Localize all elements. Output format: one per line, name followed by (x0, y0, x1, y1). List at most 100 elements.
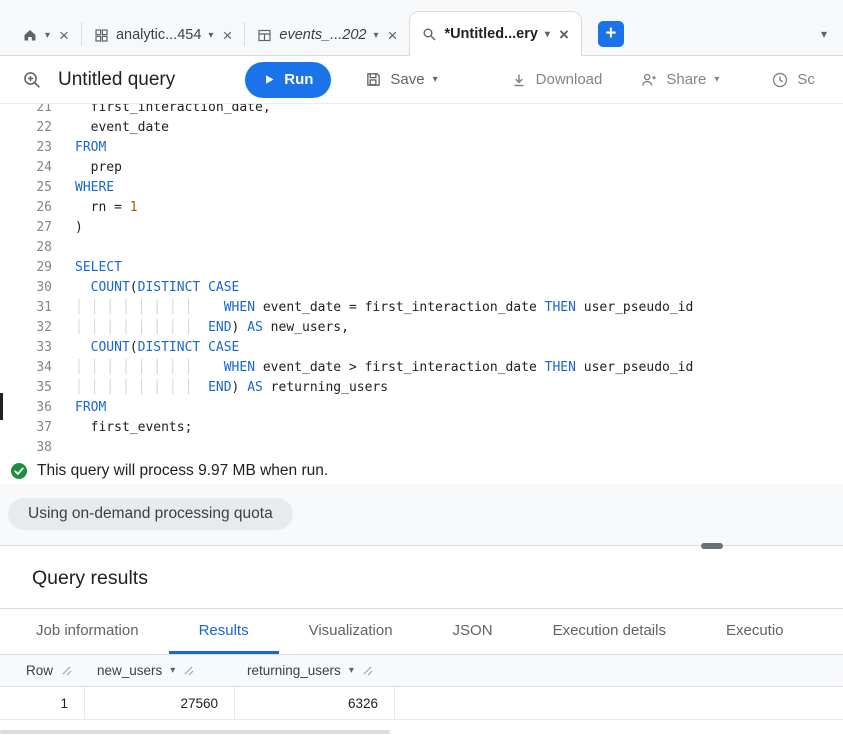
column-resize-icon[interactable] (362, 665, 373, 676)
code-text: COUNT(DISTINCT CASE (90, 280, 240, 295)
line-number: 33 (36, 340, 52, 355)
results-header: Query results (0, 546, 843, 609)
column-header-new_users[interactable]: new_users ▾ (85, 655, 235, 686)
tab-overflow-caret-icon[interactable]: ▾ (821, 27, 827, 41)
tab-untitled-query[interactable]: *Untitled...ery ▾ × (409, 11, 582, 56)
code-line: 21 first_interaction_date, (0, 104, 843, 118)
download-button[interactable]: Download (510, 71, 602, 89)
tab-menu-caret-icon[interactable]: ▾ (545, 29, 550, 40)
run-button[interactable]: Run (245, 61, 332, 98)
results-tab-executio[interactable]: Executio (696, 609, 814, 654)
code-line: 28 (0, 238, 843, 258)
code-line: 38 (0, 438, 843, 458)
results-table-header: Row new_users ▾ returning_users ▾ (0, 655, 843, 687)
grid-icon (94, 28, 109, 43)
table-icon (257, 28, 272, 43)
code-line: 31 │ │ │ │ │ │ │ │ WHEN event_date = firs… (0, 298, 843, 318)
line-number: 38 (36, 440, 52, 455)
table-row[interactable]: 1 27560 6326 (0, 687, 843, 720)
code-line: 27) (0, 218, 843, 238)
tab-close-icon[interactable]: × (559, 26, 569, 43)
line-number: 37 (36, 420, 52, 435)
column-label: new_users (97, 663, 163, 678)
line-number: 24 (36, 160, 52, 175)
tab-events-table[interactable]: events_...202 ▾ × (245, 15, 409, 55)
code-line: 22 event_date (0, 118, 843, 138)
line-number: 21 (36, 104, 52, 115)
editor-tab-bar: ▾ × analytic...454 ▾ × events_...202 ▾ × (0, 0, 843, 56)
save-icon (365, 71, 382, 88)
pane-resize-handle[interactable] (701, 543, 723, 549)
tab-close-icon[interactable]: × (59, 27, 69, 44)
tab-label: events_...202 (279, 27, 367, 43)
code-line: 32 │ │ │ │ │ │ │ │ END) AS new_users, (0, 318, 843, 338)
code-text: COUNT(DISTINCT CASE (90, 340, 240, 355)
save-caret-icon[interactable]: ▾ (433, 74, 438, 85)
quota-badge: Using on-demand processing quota (8, 498, 293, 530)
table-cell: 6326 (235, 687, 395, 719)
code-line: 37 first_events; (0, 418, 843, 438)
column-resize-icon[interactable] (61, 665, 72, 676)
code-text: │ │ │ │ │ │ │ │ WHEN event_date = first_… (75, 300, 694, 315)
schedule-button[interactable]: Sc (771, 71, 815, 89)
clock-icon (771, 71, 789, 89)
results-title: Query results (32, 567, 148, 589)
column-resize-icon[interactable] (183, 665, 194, 676)
code-text: FROM (75, 400, 107, 415)
share-label: Share (666, 71, 707, 88)
code-line: 33 COUNT(DISTINCT CASE (0, 338, 843, 358)
code-text: │ │ │ │ │ │ │ │ END) AS new_users, (75, 320, 349, 335)
code-line: 23 FROM (0, 138, 843, 158)
table-cell: 1 (0, 687, 85, 719)
tab-menu-caret-icon[interactable]: ▾ (45, 30, 50, 41)
tab-analytics-dataset[interactable]: analytic...454 ▾ × (82, 15, 244, 55)
save-button[interactable]: Save ▾ (365, 71, 438, 88)
results-tab-visualization[interactable]: Visualization (279, 609, 423, 654)
column-menu-caret-icon[interactable]: ▾ (349, 665, 354, 676)
quota-band: Using on-demand processing quota (0, 484, 843, 549)
share-button[interactable]: Share ▾ (640, 71, 719, 89)
share-caret-icon[interactable]: ▾ (714, 74, 719, 85)
code-text: ) (75, 220, 83, 235)
row-filler (395, 687, 843, 719)
results-table-body: 1 27560 6326 (0, 687, 843, 720)
results-tab-execution-details[interactable]: Execution details (523, 609, 696, 654)
code-line: 30 COUNT(DISTINCT CASE (0, 278, 843, 298)
line-number: 34 (36, 360, 52, 375)
code-text: prep (75, 160, 122, 175)
code-line: 25 WHERE (0, 178, 843, 198)
results-tab-json[interactable]: JSON (423, 609, 523, 654)
header-filler (395, 655, 843, 686)
line-number: 35 (36, 380, 52, 395)
horizontal-scrollbar[interactable] (0, 730, 390, 734)
sql-editor[interactable]: 21 first_interaction_date, 22 event_date 2… (0, 104, 843, 458)
tab-home[interactable]: ▾ × (10, 15, 81, 55)
column-header-row[interactable]: Row (0, 655, 85, 686)
line-number: 31 (36, 300, 52, 315)
check-circle-icon (10, 462, 28, 480)
tab-menu-caret-icon[interactable]: ▾ (373, 30, 378, 41)
line-number: 26 (36, 200, 52, 215)
column-label: Row (26, 663, 54, 678)
code-text: WHERE (75, 180, 115, 195)
code-text: │ │ │ │ │ │ │ │ END) AS returning_users (75, 380, 389, 395)
code-line: 34 │ │ │ │ │ │ │ │ WHEN event_date > firs… (0, 358, 843, 378)
tab-menu-caret-icon[interactable]: ▾ (208, 30, 213, 41)
table-cell: 27560 (85, 687, 235, 719)
left-scrollbar-thumb[interactable] (0, 393, 3, 420)
play-icon (263, 73, 276, 86)
schedule-label: Sc (797, 71, 815, 88)
column-header-returning_users[interactable]: returning_users ▾ (235, 655, 395, 686)
tab-close-icon[interactable]: × (388, 27, 398, 44)
code-text: SELECT (75, 260, 122, 275)
download-icon (510, 71, 528, 89)
new-tab-button[interactable]: + (597, 21, 624, 47)
column-menu-caret-icon[interactable]: ▾ (170, 665, 175, 676)
search-icon (422, 27, 437, 42)
results-tab-results[interactable]: Results (168, 609, 279, 654)
code-line: 26 rn = 1 (0, 198, 843, 218)
tab-close-icon[interactable]: × (222, 27, 232, 44)
run-label: Run (284, 71, 314, 88)
results-tab-job-information[interactable]: Job information (6, 609, 169, 654)
